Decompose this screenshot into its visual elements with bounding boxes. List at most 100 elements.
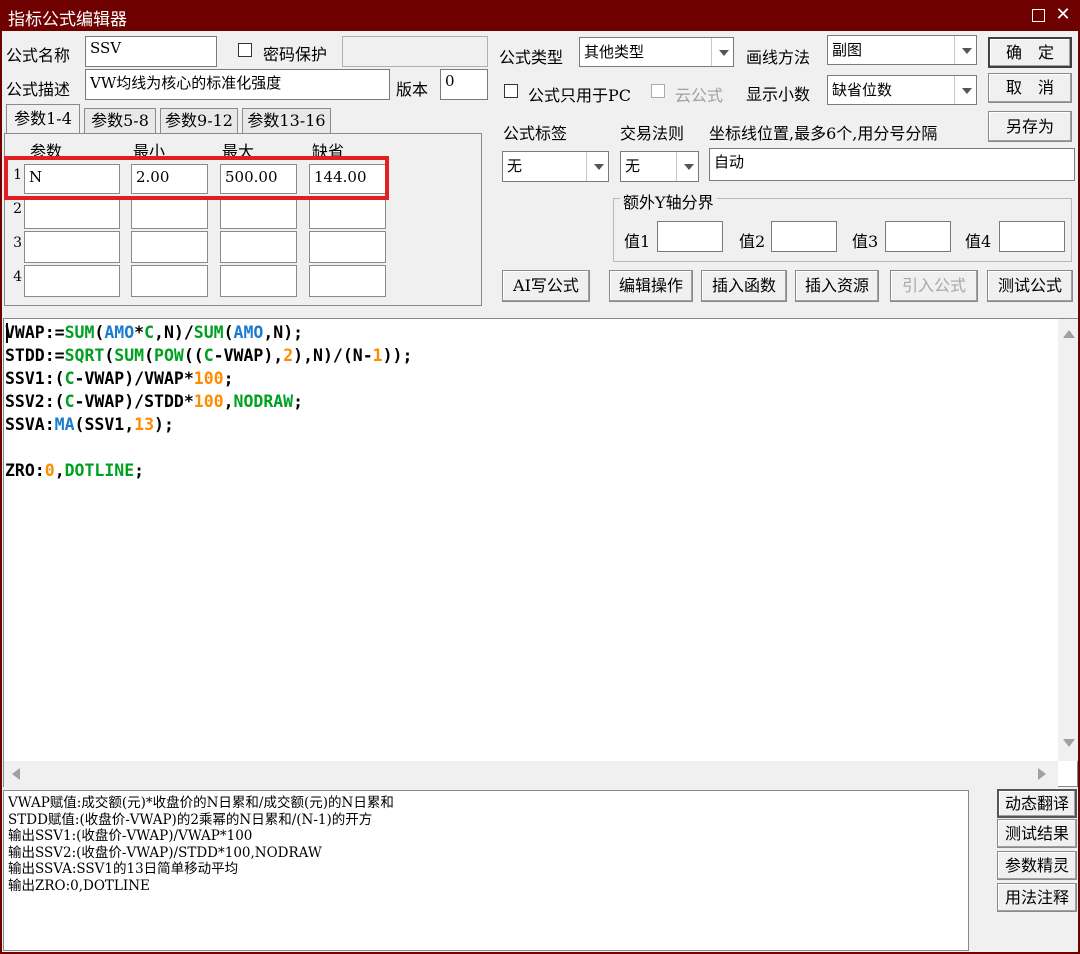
value3-label: 值3 xyxy=(852,232,879,251)
param-min-cell[interactable] xyxy=(131,265,208,297)
coord-line-input[interactable]: 自动 xyxy=(709,148,1075,181)
vertical-scrollbar[interactable] xyxy=(1058,319,1078,761)
cancel-button[interactable]: 取 消 xyxy=(988,73,1072,103)
version-input[interactable]: 0 xyxy=(440,69,488,100)
code-token: ; xyxy=(134,461,145,480)
param-wizard-button[interactable]: 参数精灵 xyxy=(997,851,1077,880)
code-token: , xyxy=(223,392,234,411)
scroll-left-icon[interactable] xyxy=(12,768,20,780)
chevron-down-icon xyxy=(954,76,976,104)
dynamic-translate-button[interactable]: 动态翻译 xyxy=(997,789,1077,818)
param-default-cell[interactable] xyxy=(309,265,386,297)
param-max-cell[interactable] xyxy=(220,231,297,263)
param-max-cell[interactable] xyxy=(220,198,297,229)
code-token-num: 1 xyxy=(372,346,383,365)
cloud-checkbox[interactable] xyxy=(651,84,665,98)
test-formula-button[interactable]: 测试公式 xyxy=(987,270,1073,302)
param-min-cell[interactable] xyxy=(131,198,208,229)
tab-params-9-12[interactable]: 参数9-12 xyxy=(160,108,238,134)
code-token: STDD:= xyxy=(5,346,65,365)
window-title: 指标公式编辑器 xyxy=(8,10,127,30)
draw-method-select[interactable]: 副图 xyxy=(827,35,977,65)
code-line[interactable]: SSV2:(C-VWAP)/STDD*100,NODRAW; xyxy=(5,390,412,413)
code-token-var: AMO xyxy=(104,323,135,342)
tab-params-5-8[interactable]: 参数5-8 xyxy=(84,108,156,134)
import-formula-button[interactable]: 引入公式 xyxy=(890,270,978,302)
scroll-up-icon[interactable] xyxy=(1063,330,1075,338)
save-as-button[interactable]: 另存为 xyxy=(988,111,1072,142)
ai-write-formula-button[interactable]: AI写公式 xyxy=(502,270,590,302)
tab-params-1-4[interactable]: 参数1-4 xyxy=(6,104,80,134)
param-name-cell[interactable] xyxy=(24,198,120,229)
code-line[interactable]: SSV1:(C-VWAP)/VWAP*100; xyxy=(5,367,412,390)
param-name-cell[interactable] xyxy=(24,265,120,297)
close-icon[interactable]: ✕ xyxy=(1052,3,1074,27)
formula-desc-input[interactable]: VW均线为核心的标准化强度 xyxy=(85,69,390,100)
param-max-cell[interactable] xyxy=(220,265,297,297)
code-token: )); xyxy=(382,346,413,365)
param-name-cell[interactable] xyxy=(24,231,120,263)
code-token: SSVA: xyxy=(5,415,55,434)
code-token: ( xyxy=(104,346,115,365)
formula-tag-select[interactable]: 无 xyxy=(502,151,609,182)
value2-input[interactable] xyxy=(771,221,837,252)
chevron-down-icon xyxy=(954,36,976,64)
code-token: SSV2:( xyxy=(5,392,65,411)
row-number: 4 xyxy=(13,269,22,285)
param-min-cell[interactable] xyxy=(131,231,208,263)
description-scrollbar[interactable] xyxy=(969,790,993,951)
code-token-fn: NODRAW xyxy=(233,392,294,411)
code-line[interactable]: VWAP:=SUM(AMO*C,N)/SUM(AMO,N); xyxy=(5,321,412,344)
formula-name-input[interactable]: SSV xyxy=(85,36,217,67)
code-editor[interactable]: VWAP:=SUM(AMO*C,N)/SUM(AMO,N); STDD:=SQRT… xyxy=(3,318,1078,787)
code-line[interactable]: ZRO:0,DOTLINE; xyxy=(5,459,412,482)
test-result-button[interactable]: 测试结果 xyxy=(997,819,1077,848)
code-line[interactable] xyxy=(5,436,412,459)
edit-operation-button[interactable]: 编辑操作 xyxy=(609,270,693,302)
scroll-right-icon[interactable] xyxy=(1038,768,1046,780)
insert-function-button[interactable]: 插入函数 xyxy=(701,270,787,302)
coord-line-label: 坐标线位置,最多6个,用分号分隔 xyxy=(709,124,938,143)
value4-label: 值4 xyxy=(965,232,992,251)
value3-input[interactable] xyxy=(885,221,951,252)
code-token: ; xyxy=(293,392,304,411)
horizontal-scrollbar[interactable] xyxy=(4,761,1058,787)
code-token-num: 0 xyxy=(44,461,55,480)
cloud-label: 云公式 xyxy=(675,86,724,105)
code-token: ),N)/(N- xyxy=(293,346,373,365)
code-line[interactable]: STDD:=SQRT(SUM(POW((C-VWAP),2),N)/(N-1))… xyxy=(5,344,412,367)
formula-tag-label: 公式标签 xyxy=(503,124,568,143)
code-token-var: AMO xyxy=(233,323,264,342)
formula-type-select[interactable]: 其他类型 xyxy=(579,37,734,67)
trade-rule-label: 交易法则 xyxy=(620,124,685,143)
code-text[interactable]: VWAP:=SUM(AMO*C,N)/SUM(AMO,N); STDD:=SQRT… xyxy=(5,321,412,482)
code-token: ,N); xyxy=(263,323,304,342)
chevron-down-icon xyxy=(711,38,733,66)
value4-input[interactable] xyxy=(999,221,1065,252)
code-token: ( xyxy=(144,346,155,365)
formula-description: VWAP赋值:成交额(元)*收盘价的N日累和/成交额(元)的N日累和 STDD赋… xyxy=(3,790,969,951)
code-token: , xyxy=(54,461,65,480)
formula-desc-label: 公式描述 xyxy=(6,80,71,99)
pc-only-label: 公式只用于PC xyxy=(528,86,632,105)
pc-only-checkbox[interactable] xyxy=(504,84,518,98)
password-checkbox[interactable] xyxy=(238,43,252,57)
param-default-cell[interactable] xyxy=(309,231,386,263)
code-token: ZRO: xyxy=(5,461,45,480)
ok-button[interactable]: 确 定 xyxy=(988,37,1072,68)
decimals-select[interactable]: 缺省位数 xyxy=(827,75,977,105)
code-token-fn: C xyxy=(64,392,75,411)
scroll-down-icon[interactable] xyxy=(1063,739,1075,747)
param-default-cell[interactable] xyxy=(309,198,386,229)
code-token: (SSV1, xyxy=(74,415,135,434)
usage-notes-button[interactable]: 用法注释 xyxy=(997,883,1077,912)
tab-params-13-16[interactable]: 参数13-16 xyxy=(242,108,331,134)
password-input[interactable] xyxy=(342,36,488,67)
value1-input[interactable] xyxy=(657,221,723,252)
code-line[interactable]: SSVA:MA(SSV1,13); xyxy=(5,413,412,436)
code-token: -VWAP)/STDD* xyxy=(74,392,194,411)
insert-resource-button[interactable]: 插入资源 xyxy=(795,270,879,302)
maximize-icon[interactable] xyxy=(1027,3,1049,27)
decimals-label: 显示小数 xyxy=(746,85,811,104)
trade-rule-select[interactable]: 无 xyxy=(620,151,699,182)
